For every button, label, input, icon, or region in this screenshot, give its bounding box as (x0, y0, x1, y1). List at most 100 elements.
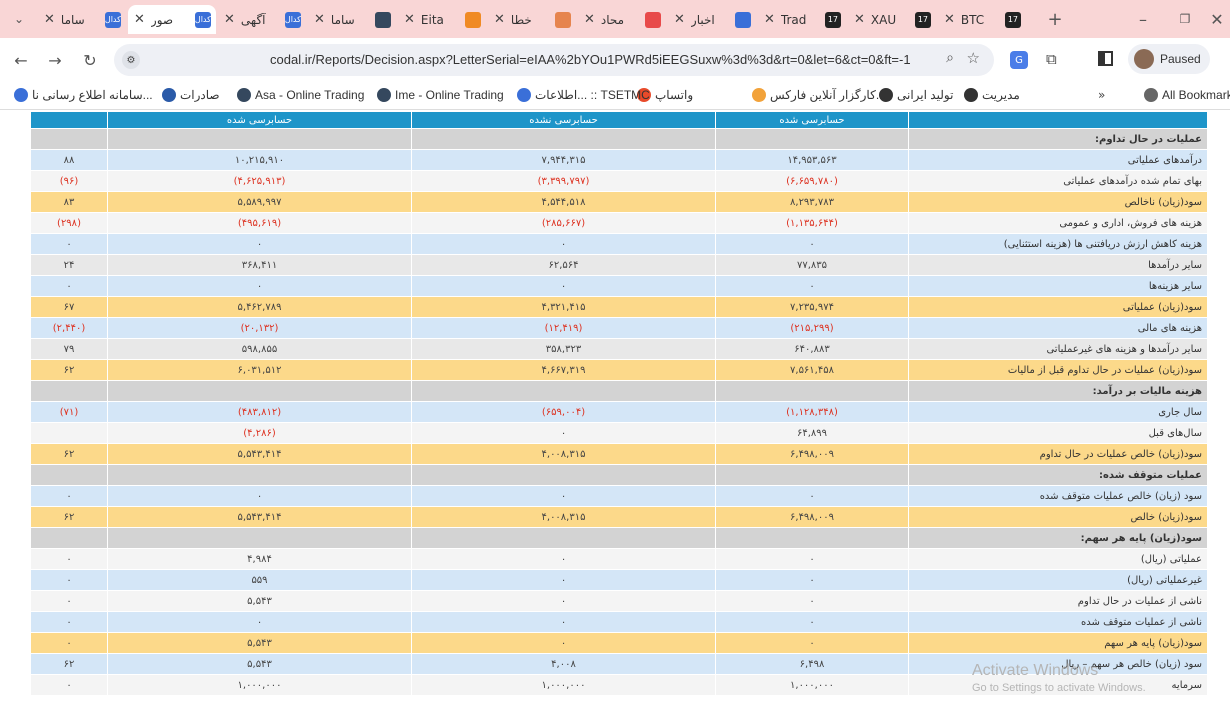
bookmark-item[interactable]: Ime - Online Trading (373, 88, 504, 102)
bookmark-item[interactable]: اطلاعات... :: TSETMC (513, 88, 650, 102)
new-tab-button[interactable]: + (1044, 8, 1066, 30)
table-row: هزینه کاهش ارزش دریافتنی ها (هزینه استثن… (30, 233, 1208, 255)
tab-title: ساما (330, 12, 355, 27)
profile-button[interactable]: Paused (1128, 44, 1210, 74)
table-row: سود(زیان) پایه هر سهم: (30, 527, 1208, 549)
table-cell: ۶۲ (30, 506, 108, 528)
close-window-button[interactable]: ✕ (1206, 8, 1228, 30)
bookmark-favicon-icon (517, 88, 531, 102)
tab-close-icon[interactable]: ✕ (404, 12, 415, 27)
tab-search-button[interactable]: ⌄ (8, 8, 30, 30)
bookmark-item[interactable]: سامانه اطلاع رسانی نا... (10, 88, 153, 102)
translate-icon[interactable]: G (1010, 51, 1028, 69)
extensions-icon[interactable]: ⧉ (1046, 50, 1057, 68)
row-label: سود(زیان) پایه هر سهم: (908, 527, 1208, 549)
table-cell: ۰ (715, 485, 909, 507)
row-label: سود(زیان) پایه هر سهم (908, 632, 1208, 654)
table-cell: ۲۴ (30, 254, 108, 276)
table-cell: ۷۹ (30, 338, 108, 360)
row-label: هزینه های فروش، اداری و عمومی (908, 212, 1208, 234)
tab-close-icon[interactable]: ✕ (494, 12, 505, 27)
forward-button[interactable]: → (44, 49, 66, 71)
bookmark-item[interactable]: All Bookmarks (1140, 88, 1230, 102)
zoom-icon[interactable]: ⌕ (946, 50, 954, 66)
profile-label: Paused (1160, 52, 1201, 66)
table-cell: ۴,۵۴۴,۵۱۸ (411, 191, 716, 213)
browser-tab[interactable]: ✕ XAU 17 (848, 5, 936, 34)
row-label: سایر هزینه‌ها (908, 275, 1208, 297)
site-info-icon[interactable]: ⚙ (122, 51, 140, 69)
tab-close-icon[interactable]: ✕ (224, 12, 235, 27)
table-cell: ۰ (715, 632, 909, 654)
browser-tab[interactable]: ✕ آگهی کدال (218, 5, 306, 34)
tab-close-icon[interactable]: ✕ (854, 12, 865, 27)
table-cell: ۴,۰۰۸,۳۱۵ (411, 443, 716, 465)
browser-tab[interactable]: ✕ خطا (488, 5, 576, 34)
table-cell: ۰ (30, 611, 108, 633)
tab-close-icon[interactable]: ✕ (44, 12, 55, 27)
bookmark-item[interactable]: مدیریت (960, 88, 1020, 102)
tab-close-icon[interactable]: ✕ (944, 12, 955, 27)
back-button[interactable]: ← (10, 49, 32, 71)
tab-close-icon[interactable]: ✕ (314, 12, 325, 27)
browser-tab[interactable]: ✕ ساما (308, 5, 396, 34)
tab-close-icon[interactable]: ✕ (674, 12, 685, 27)
browser-tab[interactable]: ✕ صور کدال (128, 5, 216, 34)
tab-favicon-icon: 17 (914, 11, 931, 28)
row-label: هزینه های مالی (908, 317, 1208, 339)
tab-close-icon[interactable]: ✕ (134, 12, 145, 27)
browser-tab[interactable]: ✕ محاد (578, 5, 666, 34)
table-cell: ۸۸ (30, 149, 108, 171)
url-text[interactable]: codal.ir/Reports/Decision.aspx?LetterSer… (270, 52, 911, 67)
page-content: حسابرسی شده حسابرسی نشده حسابرسی شده عملیا… (0, 111, 1230, 720)
table-cell: ۰ (30, 485, 108, 507)
tab-close-icon[interactable]: ✕ (764, 12, 775, 27)
table-cell: ۵۹۸,۸۵۵ (107, 338, 412, 360)
row-label: هزینه کاهش ارزش دریافتنی ها (هزینه استثن… (908, 233, 1208, 255)
table-cell: ۶,۴۹۸,۰۰۹ (715, 506, 909, 528)
tab-title: اخبار (690, 12, 715, 27)
browser-tab[interactable]: ✕ اخبار (668, 5, 756, 34)
bookmark-label: تولید ایرانی (897, 88, 954, 102)
table-cell: ۰ (107, 485, 412, 507)
table-cell: (۱۲,۴۱۹) (411, 317, 716, 339)
table-cell: ۰ (715, 590, 909, 612)
more-bookmarks-chevron-icon[interactable]: » (1098, 88, 1105, 102)
minimize-button[interactable]: – (1132, 8, 1154, 30)
table-cell (30, 128, 108, 150)
table-row: ناشی از عملیات در حال تداوم ۰ ۰ ۵,۵۴۳ ۰ (30, 590, 1208, 612)
table-cell: (۱,۱۲۸,۳۴۸) (715, 401, 909, 423)
tab-title: Eita (420, 12, 444, 27)
browser-tab[interactable]: ✕ ساما کدال (38, 5, 126, 34)
bookmark-star-icon[interactable]: ☆ (967, 49, 980, 67)
browser-tab[interactable]: ✕ Eita (398, 5, 486, 34)
table-row: هزینه های مالی (۲۱۵,۲۹۹) (۱۲,۴۱۹) (۲۰,۱۳۲)(… (30, 317, 1208, 339)
table-cell: ۰ (107, 275, 412, 297)
bookmark-label: کارگزار آنلاین فارکس... (770, 88, 886, 102)
bookmark-item[interactable]: تولید ایرانی (875, 88, 953, 102)
sidepanel-icon[interactable] (1098, 51, 1113, 66)
table-row: هزینه های فروش، اداری و عمومی (۱,۱۳۵,۶۴۴)… (30, 212, 1208, 234)
table-cell: ۷,۹۴۴,۳۱۵ (411, 149, 716, 171)
column-header: حسابرسی نشده (411, 111, 716, 129)
table-cell: ۰ (411, 422, 716, 444)
browser-tab[interactable]: ✕ BTC 17 (938, 5, 1026, 34)
tab-title: BTC (960, 12, 985, 27)
restore-button[interactable]: ❐ (1174, 8, 1196, 30)
table-row: سایر هزینه‌ها ۰ ۰ ۰ ۰ (30, 275, 1208, 297)
address-bar[interactable]: ⚙ codal.ir/Reports/Decision.aspx?LetterS… (114, 44, 994, 76)
tab-title: صور (150, 12, 174, 27)
bookmark-item[interactable]: کارگزار آنلاین فارکس... (748, 88, 886, 102)
bookmark-item[interactable]: صادرات (158, 88, 220, 102)
table-cell: (۶۵۹,۰۰۴) (411, 401, 716, 423)
bookmark-item[interactable]: Asa - Online Trading (233, 88, 364, 102)
table-cell: ۰ (715, 275, 909, 297)
table-cell: ۷,۲۳۵,۹۷۴ (715, 296, 909, 318)
tab-favicon-icon: 17 (1004, 11, 1021, 28)
reload-button[interactable]: ↻ (79, 49, 101, 71)
tab-close-icon[interactable]: ✕ (584, 12, 595, 27)
table-cell: ۱,۰۰۰,۰۰۰ (107, 674, 412, 696)
table-cell: ۶۲ (30, 653, 108, 675)
table-cell: ۴,۰۰۸ (411, 653, 716, 675)
browser-tab[interactable]: ✕ Trad 17 (758, 5, 846, 34)
